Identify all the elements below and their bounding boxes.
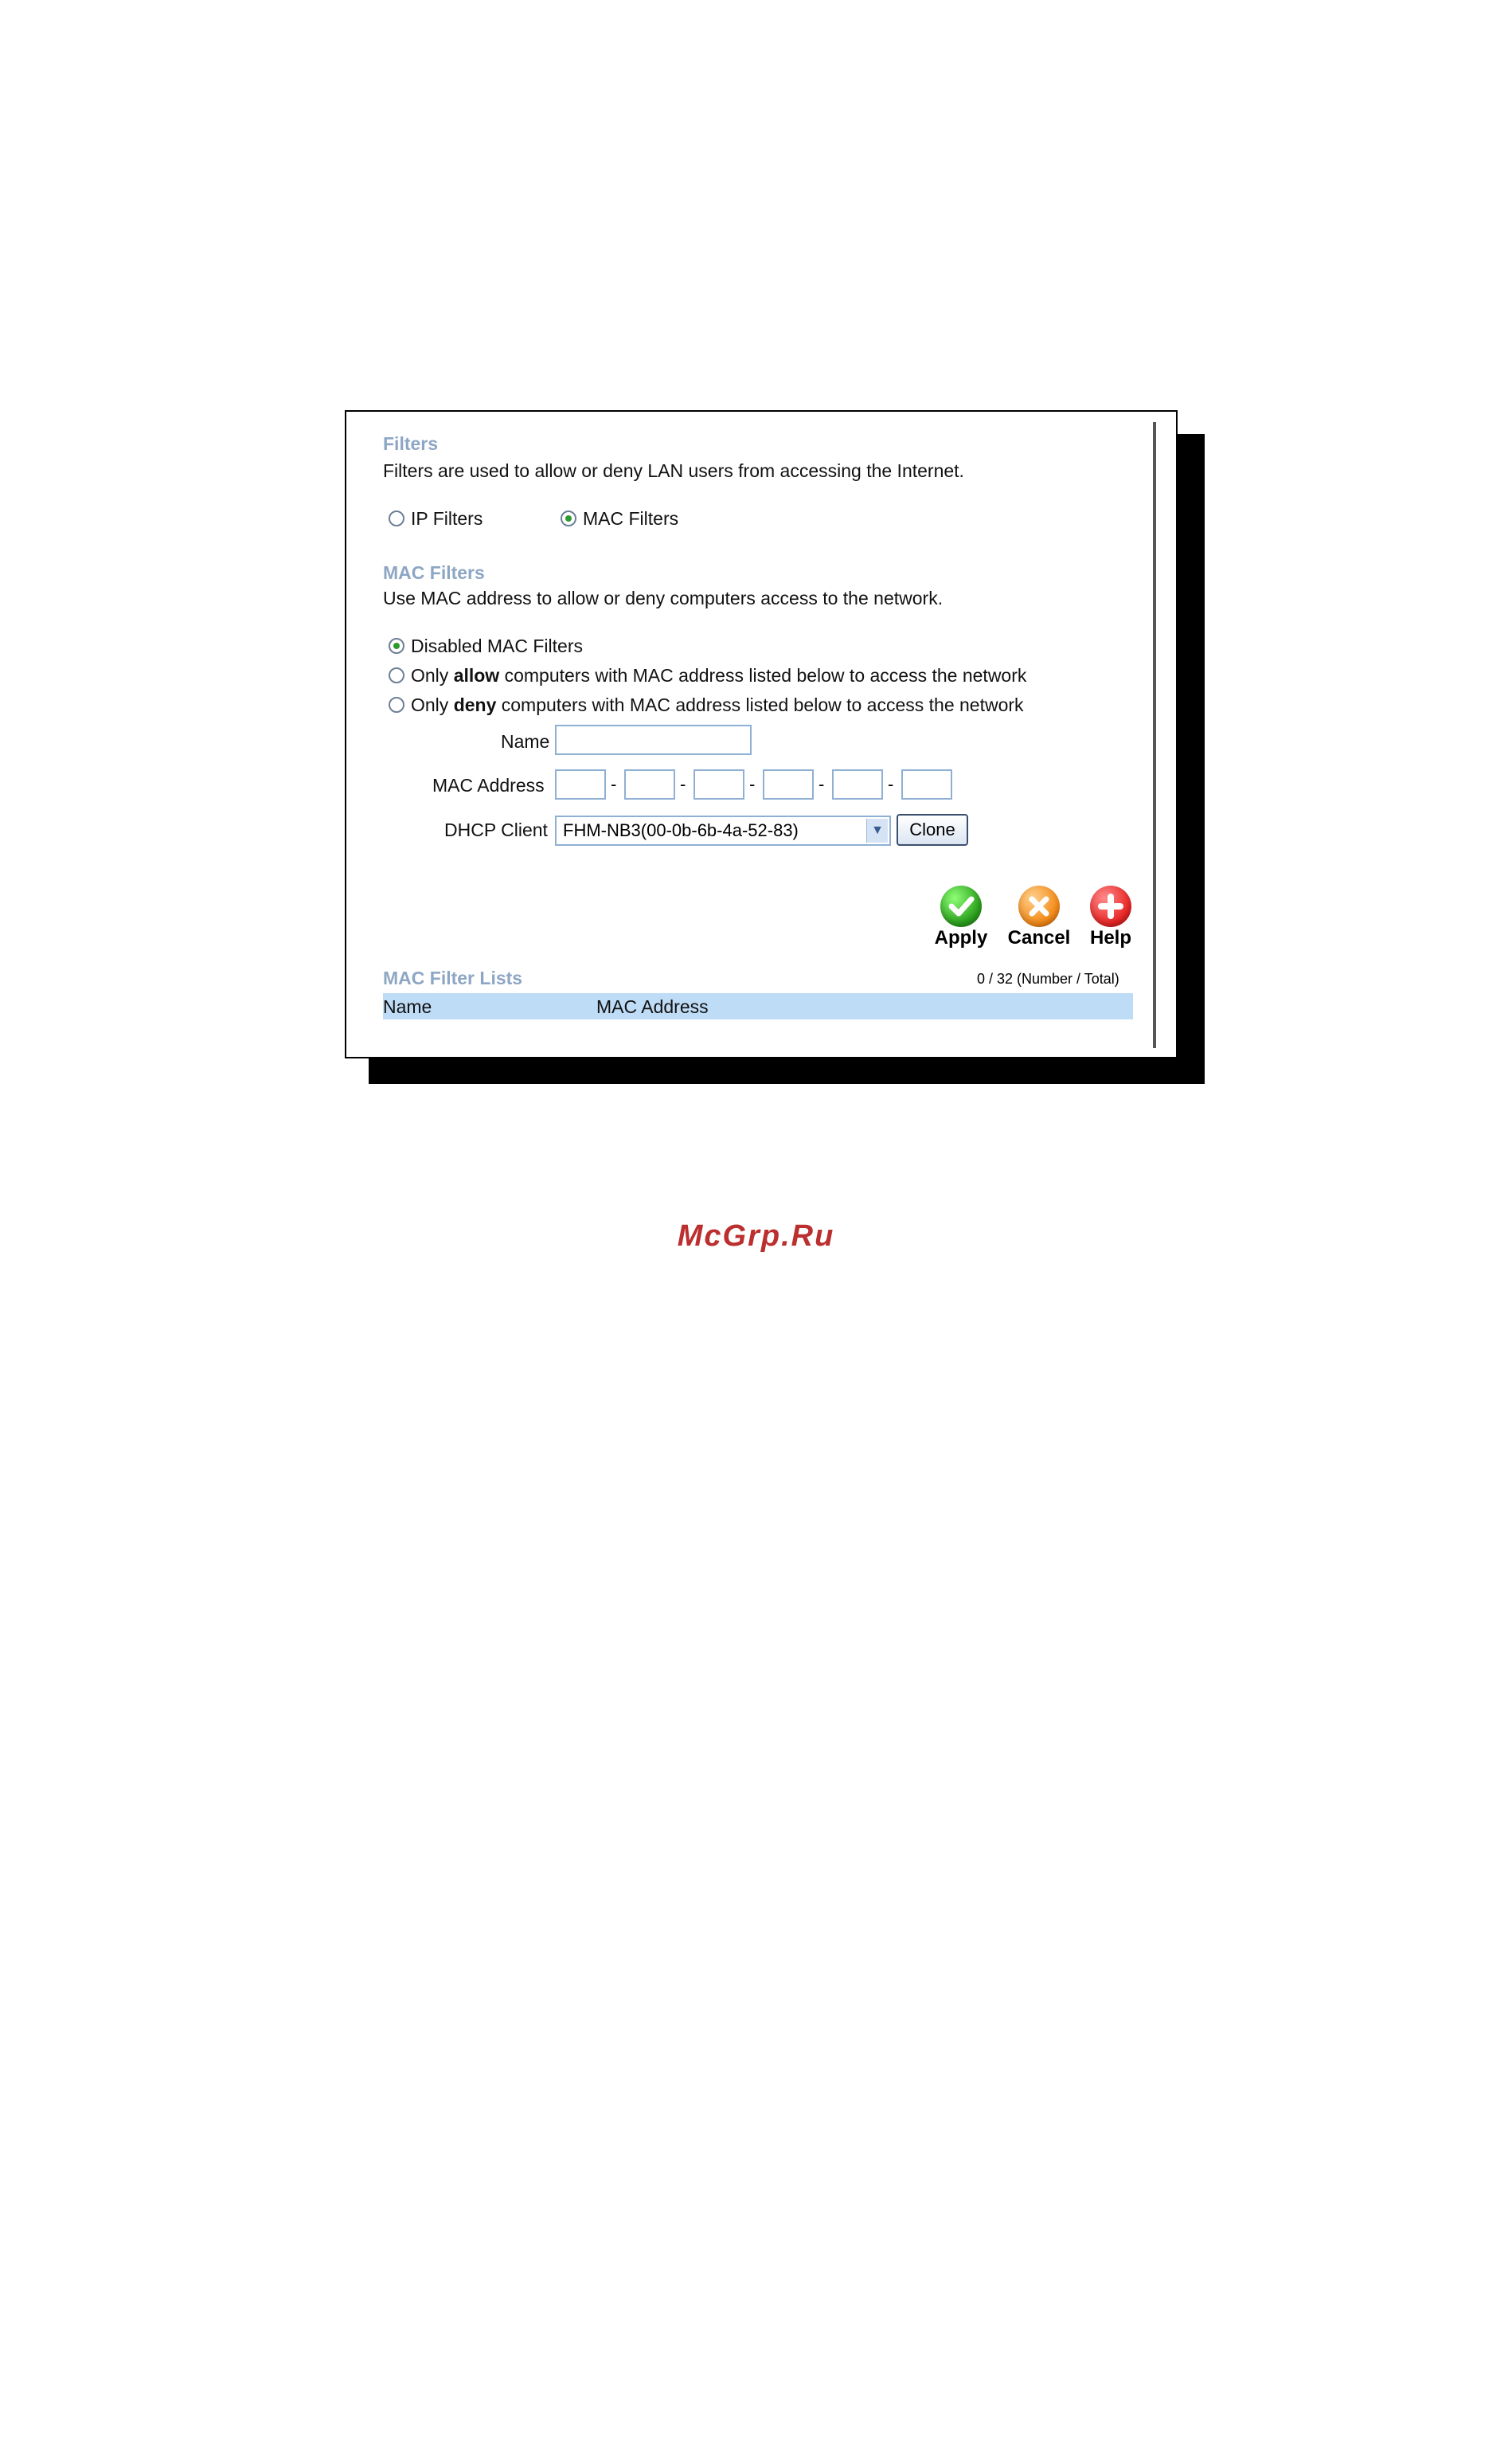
- filters-heading: Filters: [383, 433, 439, 454]
- name-label: Name: [501, 731, 550, 752]
- scrollbar[interactable]: [1153, 422, 1156, 1048]
- mac-filter-lists-heading: MAC Filter Lists: [383, 968, 523, 988]
- x-icon: [1018, 886, 1060, 927]
- mac-filter-count: 0 / 32 (Number / Total): [977, 971, 1119, 987]
- mac-separator: -: [888, 774, 894, 794]
- apply-label: Apply: [934, 927, 988, 949]
- mac-separator: -: [611, 774, 617, 794]
- clone-button[interactable]: Clone: [897, 814, 968, 846]
- help-label: Help: [1089, 927, 1131, 949]
- mac-filters-radio[interactable]: [561, 511, 576, 526]
- column-mac-address: MAC Address: [596, 996, 709, 1017]
- disabled-mac-filters-radio[interactable]: [389, 638, 404, 654]
- help-button[interactable]: Help: [1084, 886, 1137, 949]
- name-input[interactable]: [555, 725, 752, 755]
- mac-filters-description: Use MAC address to allow or deny compute…: [383, 588, 944, 608]
- disabled-mac-filters-label[interactable]: Disabled MAC Filters: [411, 636, 583, 657]
- deny-mac-filters-label[interactable]: Only deny computers with MAC address lis…: [411, 694, 1024, 716]
- mac-octet-4-input[interactable]: [763, 769, 814, 800]
- plus-icon: [1090, 886, 1131, 927]
- cancel-button[interactable]: Cancel: [1005, 886, 1073, 949]
- mac-octet-6-input[interactable]: [901, 769, 952, 800]
- deny-bold: deny: [453, 694, 497, 715]
- allow-suffix: computers with MAC address listed below …: [499, 665, 1027, 686]
- filters-description: Filters are used to allow or deny LAN us…: [383, 460, 964, 481]
- mac-octet-5-input[interactable]: [832, 769, 883, 800]
- mac-separator: -: [749, 774, 756, 794]
- watermark: McGrp.Ru: [677, 1219, 835, 1253]
- dhcp-client-select[interactable]: FHM-NB3(00-0b-6b-4a-52-83) ▼: [555, 816, 891, 846]
- ip-filters-label[interactable]: IP Filters: [411, 508, 483, 530]
- dhcp-client-label: DHCP Client: [444, 820, 548, 840]
- apply-button[interactable]: Apply: [931, 886, 991, 949]
- mac-octet-1-input[interactable]: [555, 769, 606, 800]
- mac-separator: -: [819, 774, 825, 794]
- dhcp-client-selected-value: FHM-NB3(00-0b-6b-4a-52-83): [563, 820, 799, 840]
- mac-address-label: MAC Address: [432, 775, 545, 796]
- allow-bold: allow: [453, 665, 500, 686]
- check-icon: [940, 886, 982, 927]
- allow-mac-filters-radio[interactable]: [389, 667, 404, 683]
- mac-separator: -: [680, 774, 686, 794]
- deny-mac-filters-radio[interactable]: [389, 697, 404, 713]
- deny-suffix: computers with MAC address listed below …: [496, 694, 1024, 715]
- cancel-label: Cancel: [1007, 927, 1071, 949]
- column-name: Name: [383, 996, 432, 1017]
- mac-filters-heading: MAC Filters: [383, 562, 485, 583]
- deny-prefix: Only: [411, 694, 454, 715]
- mac-octet-3-input[interactable]: [693, 769, 744, 800]
- mac-filters-label[interactable]: MAC Filters: [583, 508, 678, 530]
- mac-filter-table-header: [383, 993, 1133, 1019]
- allow-prefix: Only: [411, 665, 454, 686]
- ip-filters-radio[interactable]: [389, 511, 404, 526]
- chevron-down-icon[interactable]: ▼: [866, 819, 888, 843]
- mac-octet-2-input[interactable]: [624, 769, 675, 800]
- allow-mac-filters-label[interactable]: Only allow computers with MAC address li…: [411, 665, 1026, 687]
